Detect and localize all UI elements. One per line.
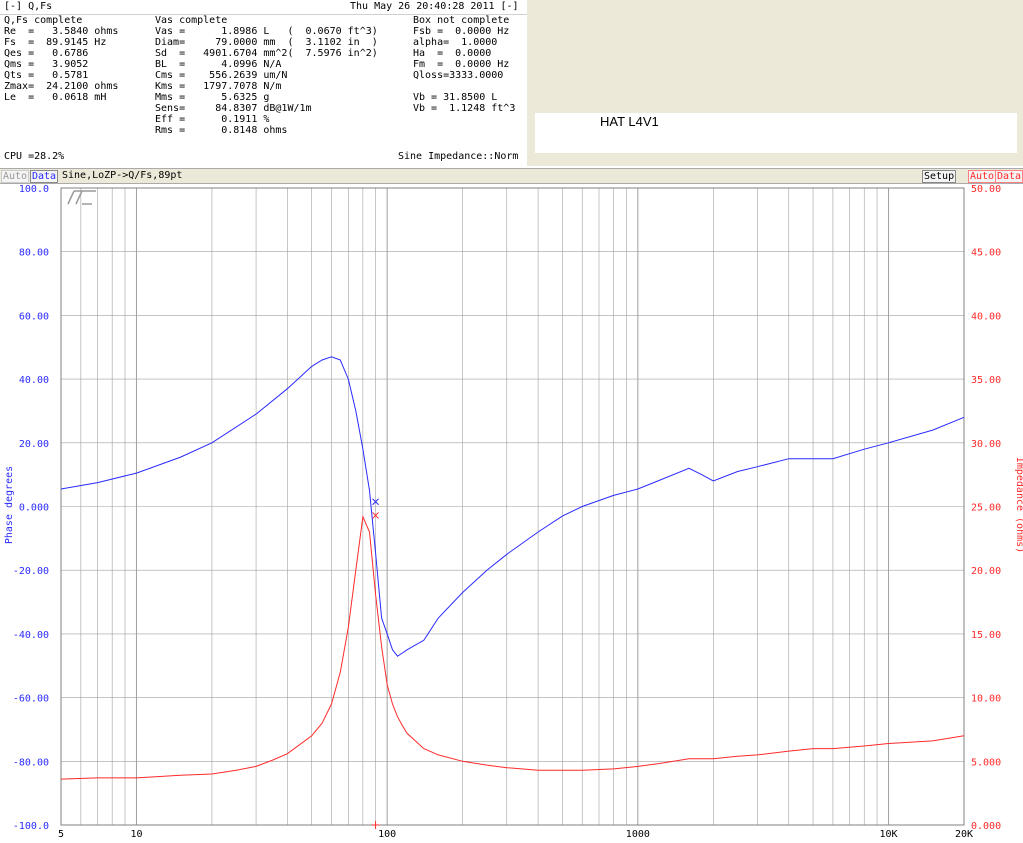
y-left-tick-label: 100.0 (19, 184, 49, 195)
data-left-button[interactable]: Data (30, 170, 59, 183)
y-right-tick-label: 40.00 (971, 311, 1001, 322)
auto-left-button[interactable]: Auto (1, 170, 30, 183)
hat-label: HAT L4V1 (600, 114, 659, 129)
box-line: Qloss=3333.0000 (413, 70, 504, 81)
vas-line: Mms = 5.6325 g (155, 92, 270, 103)
vas-line: Diam= 79.0000 mm ( 3.1102 in ) (155, 37, 378, 48)
box-line: Vb = 1.1248 ft^3 (413, 103, 516, 114)
y-left-tick-label: -80.00 (13, 757, 49, 768)
x-tick-label: 20K (955, 829, 973, 840)
vas-line: Rms = 0.8148 ohms (155, 125, 288, 136)
setup-button[interactable]: Setup (922, 170, 957, 183)
box-line: alpha= 1.0000 (413, 37, 498, 48)
auto-right-button[interactable]: Auto (968, 170, 997, 183)
sine-impedance-status: Sine Impedance::Norm (398, 151, 519, 162)
vas-line: Eff = 0.1911 % (155, 114, 270, 125)
y-right-tick-label: 0.000 (971, 821, 1001, 832)
parameters-panel: [-] Q,Fs Thu May 26 20:40:28 2011 [-] Q,… (0, 0, 527, 166)
window-label[interactable]: [-] Q,Fs (4, 1, 52, 12)
data-right-button[interactable]: Data (995, 170, 1023, 183)
x-tick-label: 10 (130, 829, 142, 840)
x-tick-label: 1000 (626, 829, 650, 840)
measurement-label: Sine,LoZP->Q/Fs,89pt (62, 170, 183, 181)
hat-label-box: HAT L4V1 (534, 112, 1018, 154)
x-tick-label: 100 (378, 829, 396, 840)
y-left-tick-label: -100.0 (13, 821, 49, 832)
y-right-tick-label: 35.00 (971, 375, 1001, 386)
qfs-line: Qts = 0.5781 (4, 70, 89, 81)
box-line: Vb = 31.8500 L (413, 92, 498, 103)
y-left-tick-label: 20.00 (19, 439, 49, 450)
grid (60, 187, 965, 826)
vas-line: Sens= 84.8307 dB@1W/1m (155, 103, 312, 114)
y-left-axis-title: Phase degrees (4, 466, 15, 544)
vas-header: Vas complete (155, 15, 228, 26)
y-right-tick-label: 30.00 (971, 439, 1001, 450)
qfs-header: Q,Fs complete (4, 15, 83, 26)
y-left-tick-label: -20.00 (13, 566, 49, 577)
cpu-readout: CPU =28.2% (4, 151, 65, 162)
qfs-line: Qes = 0.6786 (4, 48, 89, 59)
chart-area[interactable]: 100.0 80.00 60.00 40.00 20.00 0.000 -20.00 -40.… (0, 183, 1023, 843)
qfs-line: Re = 3.5840 ohms (4, 26, 119, 37)
x-axis-labels: 5 10 100 1000 10K 20K (58, 829, 973, 840)
y-right-tick-label: 45.00 (971, 248, 1001, 259)
y-left-tick-label: 40.00 (19, 375, 49, 386)
y-right-tick-label: 20.00 (971, 566, 1001, 577)
x-tick-label: 5 (58, 829, 64, 840)
x-tick-label: 10K (880, 829, 898, 840)
vas-line: BL = 4.0996 N/A (155, 59, 282, 70)
jl-logo-icon (67, 190, 96, 205)
vas-line: Cms = 556.2639 um/N (155, 70, 288, 81)
qfs-line: Qms = 3.9052 (4, 59, 89, 70)
vas-line: Sd = 4901.6704 mm^2( 7.5976 in^2) (155, 48, 378, 59)
box-line: Ha = 0.0000 (413, 48, 492, 59)
y-left-tick-label: 80.00 (19, 248, 49, 259)
y-right-axis-title: Impedance (ohms) (1014, 457, 1023, 553)
qfs-line: Fs = 89.9145 Hz (4, 37, 107, 48)
y-left-tick-label: 0.000 (19, 503, 49, 514)
y-left-tick-label: 60.00 (19, 311, 49, 322)
graph-toolbar: Auto Data Sine,LoZP->Q/Fs,89pt Setup Aut… (0, 168, 1023, 184)
y-right-tick-label: 10.00 (971, 694, 1001, 705)
cursor-marker (371, 821, 380, 829)
series-lines (60, 356, 965, 780)
y-right-tick-label: 15.00 (971, 630, 1001, 641)
box-header: Box not complete (413, 15, 510, 26)
y-left-tick-label: -40.00 (13, 630, 49, 641)
y-right-tick-label: 50.00 (971, 184, 1001, 195)
datetime: Thu May 26 20:40:28 2011 [-] (350, 1, 519, 12)
box-line: Fsb = 0.0000 Hz (413, 26, 510, 37)
box-line: Fm = 0.0000 Hz (413, 59, 510, 70)
vas-line: Vas = 1.8986 L ( 0.0670 ft^3) (155, 26, 378, 37)
qfs-line: Le = 0.0618 mH (4, 92, 107, 103)
y-right-tick-label: 5.000 (971, 757, 1001, 768)
qfs-line: Zmax= 24.2100 ohms (4, 81, 119, 92)
y-left-tick-label: -60.00 (13, 694, 49, 705)
vas-line: Kms = 1797.7078 N/m (155, 81, 282, 92)
y-right-tick-label: 25.00 (971, 503, 1001, 514)
impedance-series-line (60, 514, 965, 780)
